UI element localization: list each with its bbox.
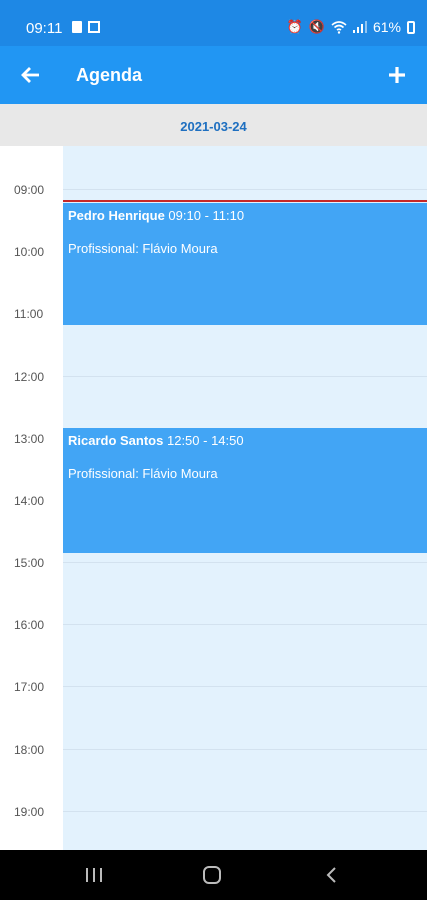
status-bar: 09:11 ⏰ 🔇 61%	[0, 0, 427, 46]
battery-percent: 61%	[372, 19, 401, 35]
hour-label: 11:00	[14, 307, 44, 321]
page-title: Agenda	[76, 65, 143, 85]
patient-name: Ricardo Santos	[68, 433, 164, 448]
signal-icon	[352, 21, 367, 33]
notification-icons	[72, 21, 100, 33]
hour-gridline	[63, 189, 427, 190]
recents-icon	[86, 868, 88, 882]
hour-gridline	[63, 624, 427, 625]
system-navigation-bar	[0, 850, 427, 900]
patient-name: Pedro Henrique	[68, 208, 165, 223]
hour-gridline	[63, 562, 427, 563]
hour-label: 18:00	[14, 743, 45, 757]
recents-button[interactable]	[86, 868, 102, 882]
back-button[interactable]	[14, 59, 46, 91]
sim-card-icon	[72, 21, 82, 33]
chevron-left-icon	[326, 867, 336, 883]
recents-icon-bar	[100, 868, 102, 882]
image-icon	[88, 21, 100, 33]
current-time-indicator	[63, 200, 427, 202]
plus-icon	[389, 67, 405, 83]
hour-label: 13:00	[14, 432, 45, 446]
date-header[interactable]: 2021-03-24	[0, 104, 427, 146]
system-icons: ⏰ 🔇 61%	[287, 19, 415, 35]
app-bar: Agenda	[0, 46, 427, 104]
selected-date: 2021-03-24	[180, 119, 247, 134]
event-professional: Profissional: Flávio Moura	[68, 241, 218, 256]
hour-label: 15:00	[14, 556, 45, 570]
hour-label: 09:00	[14, 183, 45, 197]
hour-gridline	[63, 376, 427, 377]
recents-icon-bar	[93, 868, 95, 882]
event-time: 09:10 - 11:10	[168, 208, 245, 223]
hour-label: 10:00	[14, 245, 45, 259]
nav-back-button[interactable]	[322, 865, 342, 885]
arrow-left-icon	[21, 67, 39, 83]
add-appointment-button[interactable]	[381, 59, 413, 91]
home-button[interactable]	[203, 866, 221, 884]
hour-gridline	[63, 686, 427, 687]
appointment-event[interactable]: Pedro Henrique 09:10 - 11:10 Profissiona…	[63, 203, 427, 325]
hour-gridline	[63, 749, 427, 750]
event-professional: Profissional: Flávio Moura	[68, 466, 218, 481]
hour-label: 12:00	[14, 370, 45, 384]
hour-label: 17:00	[14, 680, 45, 694]
hour-label: 19:00	[14, 805, 45, 819]
hour-gridline	[63, 811, 427, 812]
hour-label: 16:00	[14, 618, 45, 632]
mute-icon: 🔇	[308, 19, 325, 34]
event-header: Ricardo Santos 12:50 - 14:50	[68, 433, 422, 448]
battery-icon	[407, 20, 415, 34]
event-header: Pedro Henrique 09:10 - 11:10	[68, 208, 422, 223]
day-calendar[interactable]: 09:00 10:00 11:00 12:00 13:00 14:00 15:0…	[0, 146, 427, 850]
wifi-icon	[331, 20, 347, 34]
alarm-icon: ⏰	[286, 19, 303, 34]
status-time: 09:11	[26, 20, 63, 37]
hour-label: 14:00	[14, 494, 45, 508]
time-column: 09:00 10:00 11:00 12:00 13:00 14:00 15:0…	[0, 146, 63, 850]
event-time: 12:50 - 14:50	[166, 433, 244, 448]
appointment-event[interactable]: Ricardo Santos 12:50 - 14:50 Profissiona…	[63, 428, 427, 553]
